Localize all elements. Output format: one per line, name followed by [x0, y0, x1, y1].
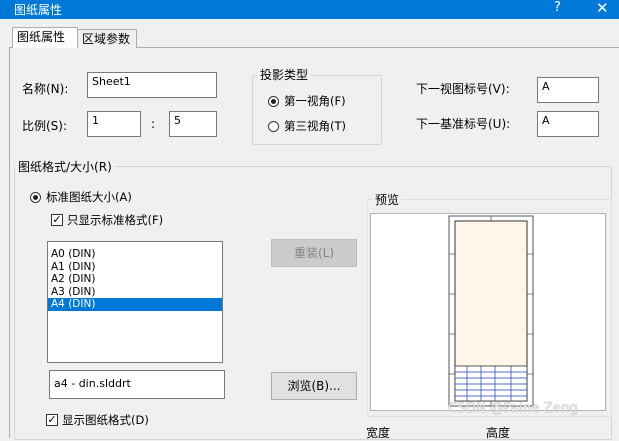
- standard-size-radio[interactable]: [30, 192, 41, 203]
- only-standard-checkbox[interactable]: ✓: [51, 214, 63, 226]
- scale-numerator-input[interactable]: 1: [87, 111, 141, 137]
- name-label: 名称(N):: [22, 82, 69, 96]
- sheet-preview-drawing: [448, 215, 534, 407]
- show-format-label: 显示图纸格式(D): [62, 413, 149, 427]
- next-datum-label: 下一基准标号(U):: [416, 117, 511, 131]
- next-datum-input[interactable]: A: [537, 111, 599, 137]
- projection-type-group: [252, 75, 382, 145]
- third-angle-label: 第三视角(T): [284, 119, 346, 133]
- list-item-selected[interactable]: A4 (DIN): [48, 298, 222, 311]
- list-item[interactable]: A3 (DIN): [48, 286, 222, 299]
- list-item[interactable]: A1 (DIN): [48, 261, 222, 274]
- list-item[interactable]: A0 (DIN): [48, 248, 222, 261]
- projection-type-title: 投影类型: [257, 66, 312, 83]
- watermark: CSDN @Paine Zeng: [448, 401, 578, 416]
- sheet-size-list[interactable]: A0 (DIN) A1 (DIN) A2 (DIN) A3 (DIN) A4 (…: [47, 241, 223, 363]
- first-angle-label: 第一视角(F): [284, 94, 346, 108]
- only-standard-label: 只显示标准格式(F): [67, 213, 164, 227]
- reload-button[interactable]: 重装(L): [271, 239, 357, 267]
- title-bar: 图纸属性 ? ✕: [0, 0, 619, 19]
- format-file-input[interactable]: a4 - din.slddrt: [49, 370, 225, 399]
- preview-title: 预览: [372, 191, 403, 208]
- scale-label: 比例(S):: [22, 119, 68, 133]
- next-view-label: 下一视图标号(V):: [416, 82, 510, 96]
- first-angle-radio[interactable]: [268, 96, 279, 107]
- close-icon[interactable]: ✕: [596, 0, 609, 17]
- sheet-format-title: 图纸格式/大小(R): [15, 158, 115, 175]
- tab-label: 区域参数: [82, 32, 131, 46]
- height-label: 高度: [486, 426, 511, 440]
- standard-size-label: 标准图纸大小(A): [46, 190, 132, 204]
- tab-label: 图纸属性: [17, 30, 66, 44]
- scale-separator: :: [151, 117, 156, 131]
- width-label: 宽度: [366, 426, 391, 440]
- browse-button[interactable]: 浏览(B)...: [271, 372, 357, 400]
- next-view-input[interactable]: A: [537, 77, 599, 103]
- show-format-checkbox[interactable]: ✓: [46, 414, 58, 426]
- window-title: 图纸属性: [14, 3, 63, 17]
- scale-denominator-input[interactable]: 5: [169, 111, 217, 137]
- preview-canvas: [370, 213, 606, 411]
- tab-zone-parameters[interactable]: 区域参数: [77, 29, 137, 48]
- help-icon[interactable]: ?: [554, 0, 561, 15]
- list-item[interactable]: A2 (DIN): [48, 273, 222, 286]
- name-input[interactable]: Sheet1: [87, 72, 217, 98]
- third-angle-radio[interactable]: [268, 121, 279, 132]
- tab-sheet-properties[interactable]: 图纸属性: [12, 27, 78, 48]
